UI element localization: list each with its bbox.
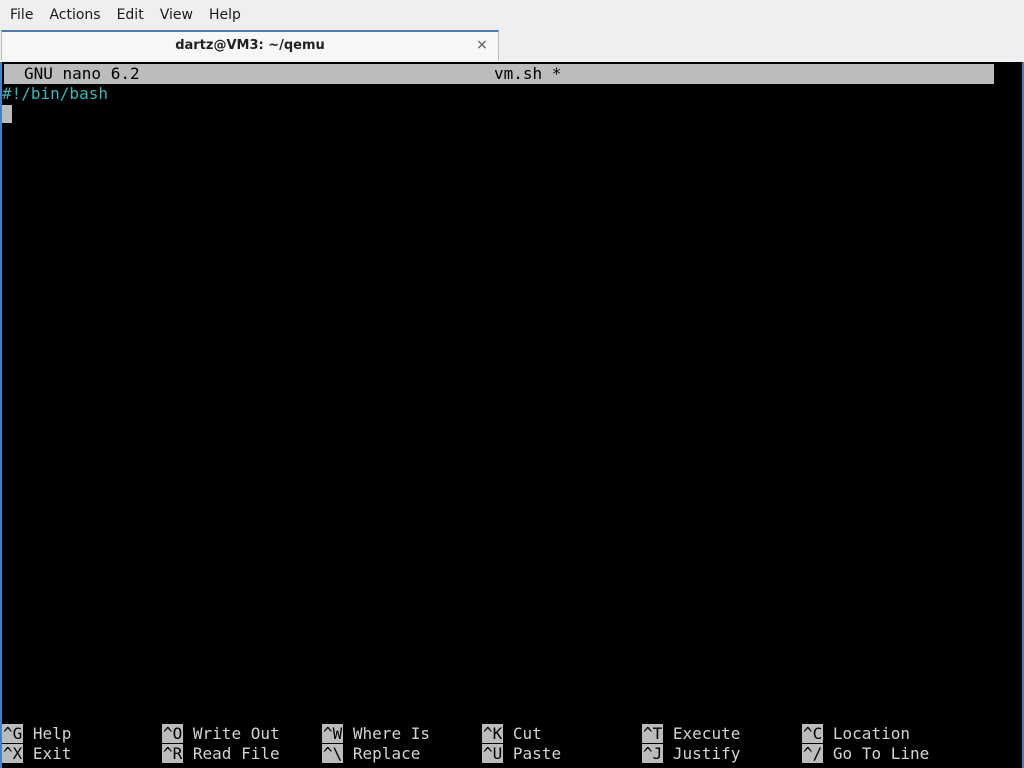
shortcut-help: ^G Help ^O Write Out ^W Where Is ^K Cut … — [2, 724, 1022, 764]
shortcut-execute: ^T Execute — [642, 724, 740, 744]
close-icon[interactable]: × — [474, 37, 490, 53]
shortcut-row-2: ^X Exit ^R Read File ^\ Replace ^U Paste… — [2, 744, 1022, 764]
shortcut-label: Paste — [512, 744, 562, 763]
shortcut-justify: ^J Justify — [642, 744, 740, 764]
nano-title-bar: GNU nano 6.2 vm.sh * — [4, 64, 994, 84]
shortcut-label: Help — [32, 724, 72, 743]
nano-filename: vm.sh * — [494, 64, 562, 83]
shortcut-key: ^G — [2, 724, 24, 743]
shortcut-exit: ^X Exit — [2, 744, 71, 764]
shortcut-key: ^C — [802, 724, 824, 743]
shortcut-label: Location — [832, 724, 910, 743]
shortcut-key: ^/ — [802, 744, 824, 763]
shortcut-label: Cut — [512, 724, 542, 743]
shortcut-label: Exit — [32, 744, 72, 763]
shortcut-help: ^G Help — [2, 724, 71, 744]
menu-view[interactable]: View — [152, 0, 201, 30]
shortcut-go-to-line: ^/ Go To Line — [802, 744, 929, 764]
menu-bar: File Actions Edit View Help — [0, 0, 1024, 30]
shortcut-key: ^\ — [322, 744, 344, 763]
shortcut-paste: ^U Paste — [482, 744, 561, 764]
shortcut-key: ^J — [642, 744, 664, 763]
tab-strip: dartz@VM3: ~/qemu × — [0, 30, 1024, 62]
shortcut-label: Go To Line — [832, 744, 930, 763]
shortcut-key: ^X — [2, 744, 24, 763]
shortcut-replace: ^\ Replace — [322, 744, 420, 764]
shortcut-key: ^O — [162, 724, 184, 743]
tab-terminal[interactable]: dartz@VM3: ~/qemu × — [1, 30, 499, 60]
terminal-window: File Actions Edit View Help dartz@VM3: ~… — [0, 0, 1024, 768]
menu-help[interactable]: Help — [201, 0, 249, 30]
shortcut-write-out: ^O Write Out — [162, 724, 280, 744]
shortcut-row-1: ^G Help ^O Write Out ^W Where Is ^K Cut … — [2, 724, 1022, 744]
shortcut-location: ^C Location — [802, 724, 910, 744]
tab-title: dartz@VM3: ~/qemu — [175, 38, 325, 53]
terminal-area[interactable]: GNU nano 6.2 vm.sh * #!/bin/bash ^G Help… — [0, 62, 1024, 768]
shortcut-key: ^T — [642, 724, 664, 743]
shortcut-label: Justify — [672, 744, 741, 763]
shortcut-key: ^R — [162, 744, 184, 763]
shortcut-label: Write Out — [192, 724, 280, 743]
menu-edit[interactable]: Edit — [109, 0, 152, 30]
shortcut-key: ^U — [482, 744, 504, 763]
shortcut-label: Read File — [192, 744, 280, 763]
shortcut-label: Replace — [352, 744, 421, 763]
text-cursor — [2, 105, 12, 123]
editor-line-1: #!/bin/bash — [2, 84, 108, 103]
shortcut-label: Execute — [672, 724, 741, 743]
shortcut-cut: ^K Cut — [482, 724, 542, 744]
shortcut-key: ^W — [322, 724, 344, 743]
shortcut-read-file: ^R Read File — [162, 744, 280, 764]
menu-actions[interactable]: Actions — [41, 0, 108, 30]
shortcut-where-is: ^W Where Is — [322, 724, 430, 744]
shortcut-key: ^K — [482, 724, 504, 743]
nano-version: GNU nano 6.2 — [24, 64, 140, 83]
shortcut-label: Where Is — [352, 724, 430, 743]
menu-file[interactable]: File — [0, 0, 41, 30]
